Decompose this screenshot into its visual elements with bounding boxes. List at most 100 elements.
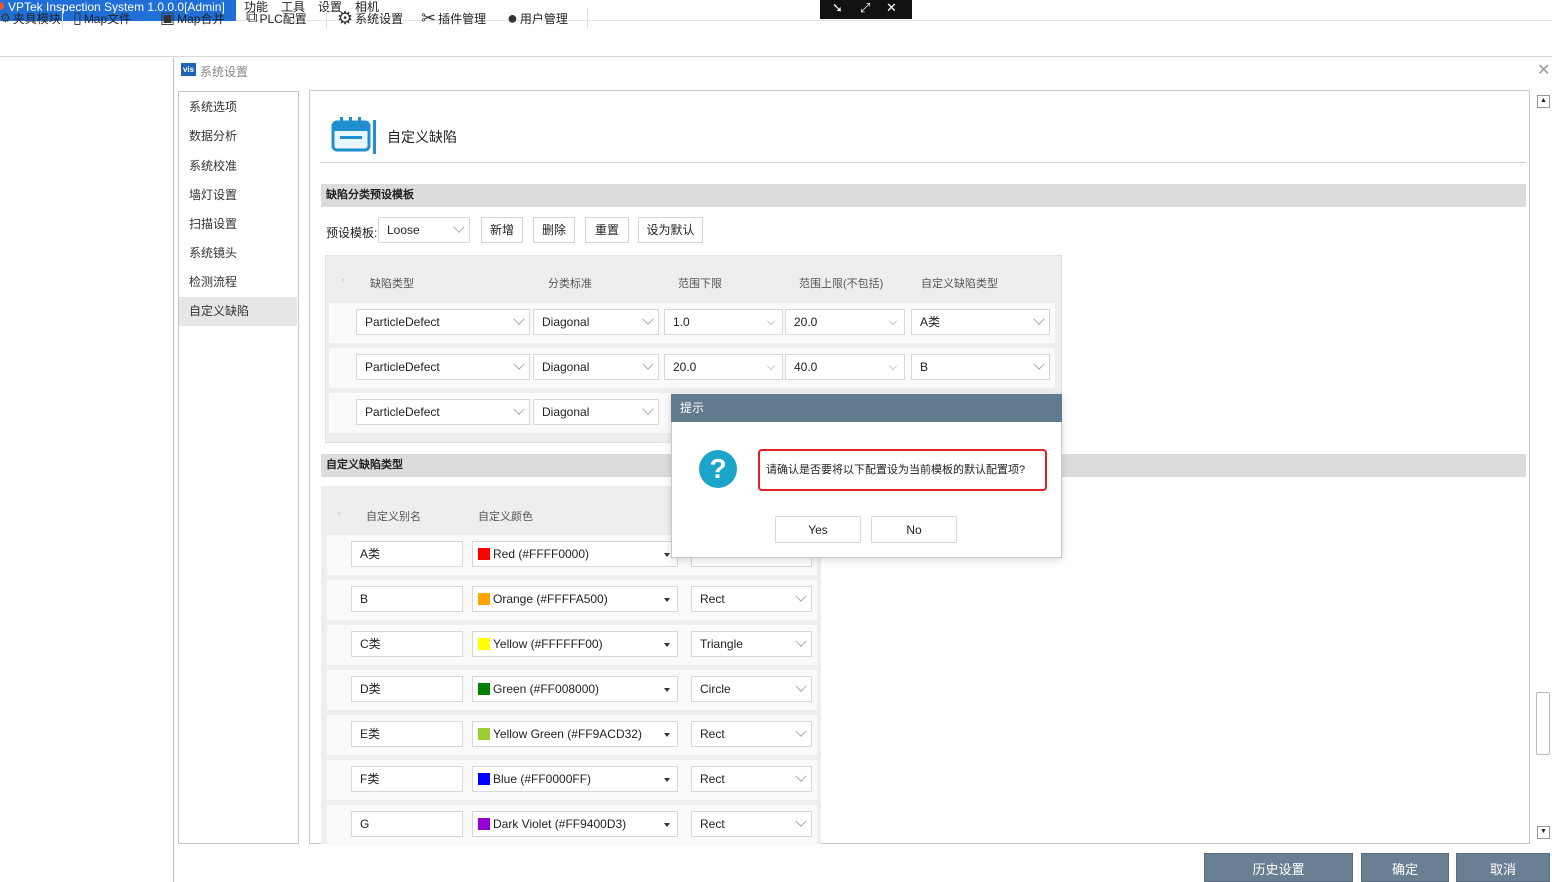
fixture-module-button[interactable]: ⚙ 夹具模块 (0, 6, 61, 30)
window-title: 系统设置 (200, 65, 249, 79)
nav-item-system-options[interactable]: 系统选项 (179, 93, 297, 122)
map-file-button[interactable]: ▯ Map文件 (73, 6, 131, 30)
close-icon[interactable]: ✕ (1537, 60, 1550, 80)
custom-type-select[interactable]: A类 (911, 309, 1050, 335)
dropdown-arrow-icon (664, 733, 670, 737)
cancel-button[interactable]: 取消 (1456, 853, 1550, 882)
dropdown-arrow-icon (664, 778, 670, 782)
nav-item-scan[interactable]: 扫描设置 (179, 210, 297, 239)
app-logo-icon: vis (181, 63, 196, 76)
set-default-button[interactable]: 设为默认 (638, 217, 703, 243)
standard-select[interactable]: Diagonal (533, 399, 659, 425)
dialog-message: 请确认是否要将以下配置设为当前模板的默认配置项? (758, 449, 1047, 491)
preset-label: 预设模板: (326, 226, 378, 240)
column-header: 自定义别名 (366, 511, 421, 523)
nav-item-lens[interactable]: 系统镜头 (179, 239, 297, 268)
minimize-cam-icon[interactable]: ➘ (832, 0, 843, 16)
nav-item-light[interactable]: 墙灯设置 (179, 181, 297, 210)
user-icon: ● (507, 7, 518, 28)
ok-button[interactable]: 确定 (1361, 853, 1449, 882)
gear-icon: ⚙ (337, 7, 354, 28)
template-section-header: 缺陷分类预设模板 (321, 184, 1526, 207)
system-settings-button[interactable]: ⚙ 系统设置 (337, 6, 403, 30)
nav-item-flow[interactable]: 检测流程 (179, 268, 297, 297)
no-button[interactable]: No (871, 516, 957, 543)
alias-input[interactable]: F类 (351, 766, 463, 792)
close-cam-icon[interactable]: ✕ (886, 0, 897, 16)
color-select[interactable]: Yellow (#FFFFFF00) (472, 631, 678, 657)
shape-select[interactable]: Triangle (691, 631, 812, 657)
plc-config-button[interactable]: ⧉ PLC配置 (246, 6, 307, 30)
resize-cam-icon[interactable]: ⤢ (860, 0, 870, 16)
divider (320, 162, 1526, 163)
nav-item-calibration[interactable]: 系统校准 (179, 152, 297, 181)
nav-item-custom-defect[interactable]: 自定义缺陷 (179, 297, 297, 326)
color-swatch (478, 548, 490, 560)
scroll-up-button[interactable]: ▲ (1537, 95, 1550, 108)
toolbar (0, 22, 1552, 57)
color-select[interactable]: Blue (#FF0000FF) (472, 766, 678, 792)
gear-icon: ⚙ (0, 11, 11, 25)
alias-input[interactable]: D类 (351, 676, 463, 702)
color-swatch (478, 683, 490, 695)
toolbar-divider (587, 8, 588, 28)
map-merge-button[interactable]: ▣ Map合并 (160, 6, 224, 30)
column-header: 范围下限 (678, 278, 722, 290)
preset-select[interactable]: Loose (378, 217, 470, 243)
dropdown-arrow-icon (664, 643, 670, 647)
document-icon: ▯ (73, 10, 82, 27)
dialog-title: 提示 (671, 394, 1062, 422)
column-header: 自定义缺陷类型 (921, 278, 998, 290)
dropdown-arrow-icon (664, 598, 670, 602)
custom-type-select[interactable]: B (911, 354, 1050, 380)
reset-button[interactable]: 重置 (585, 217, 629, 243)
alias-input[interactable]: B (351, 586, 463, 612)
range-max-input[interactable]: 40.0 (785, 354, 905, 380)
alias-input[interactable]: A类 (351, 541, 463, 567)
dropdown-arrow-icon (664, 553, 670, 557)
column-header: 自定义颜色 (478, 511, 533, 523)
shape-select[interactable]: Rect (691, 766, 812, 792)
color-swatch (478, 638, 490, 650)
column-header: 范围上限(不包括) (799, 278, 884, 290)
delete-button[interactable]: 删除 (533, 217, 575, 243)
range-min-input[interactable]: 1.0 (664, 309, 783, 335)
user-manager-button[interactable]: ● 用户管理 (507, 6, 568, 30)
calendar-icon (331, 117, 376, 154)
plc-icon: ⧉ (246, 9, 258, 26)
color-select[interactable]: Green (#FF008000) (472, 676, 678, 702)
shape-select[interactable]: Rect (691, 811, 812, 837)
add-button[interactable]: 新增 (481, 217, 523, 243)
color-select[interactable]: Orange (#FFFFA500) (472, 586, 678, 612)
shape-select[interactable]: Rect (691, 586, 812, 612)
color-select[interactable]: Dark Violet (#FF9400D3) (472, 811, 678, 837)
alias-input[interactable]: C类 (351, 631, 463, 657)
color-swatch (478, 728, 490, 740)
yes-button[interactable]: Yes (775, 516, 861, 543)
defect-type-select[interactable]: ParticleDefect (356, 354, 530, 380)
alias-input[interactable]: E类 (351, 721, 463, 747)
standard-select[interactable]: Diagonal (533, 354, 659, 380)
history-settings-button[interactable]: 历史设置 (1204, 853, 1353, 882)
color-select[interactable]: Red (#FFFF0000) (472, 541, 678, 567)
row-header-marker: ◦ (341, 275, 345, 287)
defect-type-select[interactable]: ParticleDefect (356, 309, 530, 335)
standard-select[interactable]: Diagonal (533, 309, 659, 335)
tools-icon: ✂ (421, 7, 437, 28)
alias-input[interactable]: G (351, 811, 463, 837)
question-icon: ? (699, 450, 737, 488)
plugin-manager-button[interactable]: ✂ 插件管理 (421, 6, 486, 30)
column-header: 缺陷类型 (370, 278, 414, 290)
color-select[interactable]: Yellow Green (#FF9ACD32) (472, 721, 678, 747)
scroll-down-button[interactable]: ▼ (1537, 826, 1550, 839)
toolbar-divider (326, 8, 327, 28)
shape-select[interactable]: Rect (691, 721, 812, 747)
shape-select[interactable]: Circle (691, 676, 812, 702)
toolbar-divider (62, 8, 63, 28)
nav-item-data-analysis[interactable]: 数据分析 (179, 122, 297, 151)
camera-controls: ➘ ⤢ ✕ (820, 0, 912, 19)
range-min-input[interactable]: 20.0 (664, 354, 783, 380)
defect-type-select[interactable]: ParticleDefect (356, 399, 530, 425)
scrollbar-thumb[interactable] (1536, 692, 1550, 755)
range-max-input[interactable]: 20.0 (785, 309, 905, 335)
